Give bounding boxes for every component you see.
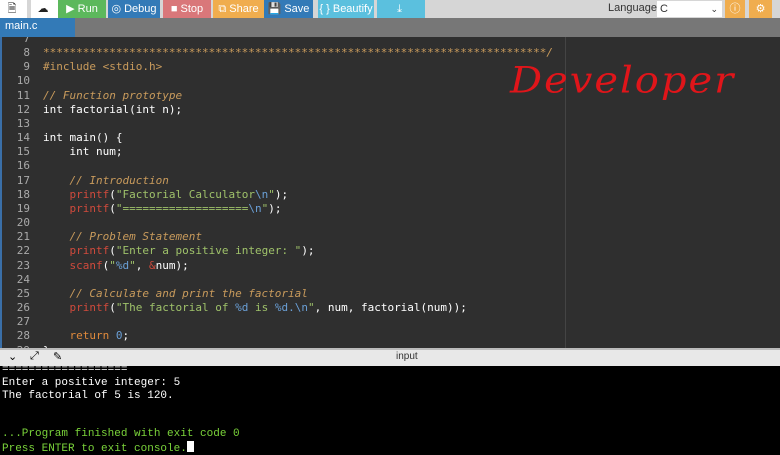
clear-console-icon[interactable]: ✎: [53, 350, 62, 363]
line-number: 15: [16, 145, 30, 159]
download-icon: ⤓: [397, 3, 402, 15]
save-button[interactable]: 💾 Save: [264, 0, 313, 18]
file-icon: 🗎: [7, 3, 17, 15]
code-line: return 0;: [69, 329, 130, 343]
button-label: { } Beautify: [319, 3, 373, 15]
download-button[interactable]: ⤓: [377, 0, 425, 18]
line-number: 22: [16, 244, 30, 258]
console-cursor: [186, 440, 194, 452]
line-number: 27: [16, 315, 30, 329]
code-line: // Introduction: [69, 173, 169, 187]
language-value: C: [660, 3, 668, 15]
code-line: printf("===================\n");: [69, 201, 282, 215]
console-line: The factorial of 5 is 120.: [2, 389, 174, 402]
share-button[interactable]: ⧉ Share: [213, 0, 264, 18]
new-file-button[interactable]: 🗎: [0, 0, 27, 18]
button-label: Share: [229, 3, 259, 15]
line-number: 12: [16, 102, 30, 116]
upload-button[interactable]: ☁: [31, 0, 58, 18]
line-number: 9: [23, 60, 30, 74]
info-icon: ⓘ: [729, 3, 741, 15]
code-line: #include <stdio.h>: [43, 60, 163, 74]
beautify-button[interactable]: { } Beautify: [318, 0, 374, 18]
code-line: int num;: [43, 145, 123, 159]
line-number: 13: [16, 116, 30, 130]
save-icon: 💾: [267, 3, 282, 15]
code-line: printf("Enter a positive integer: ");: [69, 244, 315, 258]
expand-icon[interactable]: ⤢: [30, 350, 39, 363]
line-number: 7: [23, 37, 30, 45]
button-label: Debug: [124, 3, 157, 15]
line-number: 24: [16, 272, 30, 286]
debug-button[interactable]: ◎ Debug: [108, 0, 160, 18]
line-number: 16: [16, 159, 30, 173]
console-output[interactable]: =================== Enter a positive inte…: [0, 364, 780, 455]
share-icon: ⧉: [218, 3, 227, 15]
gear-icon: ⚙: [755, 3, 766, 15]
line-number: 19: [16, 201, 30, 215]
line-number: 18: [16, 187, 30, 201]
handwritten-annotation: Developer: [510, 60, 736, 102]
code-line: // Function prototype: [43, 88, 183, 102]
console-line: Press ENTER to exit console.: [2, 440, 194, 455]
code-line: printf("Factorial Calculator\n");: [69, 187, 289, 201]
line-number: 11: [16, 88, 30, 102]
button-label: Run: [77, 3, 98, 15]
code-line: printf("The factorial of %d is %d.\n", n…: [69, 301, 467, 315]
stop-button[interactable]: ■ Stop: [163, 0, 211, 18]
tab-bar: main.c: [0, 18, 780, 37]
input-label: input: [396, 351, 418, 362]
line-number: 20: [16, 216, 30, 230]
button-label: Stop: [180, 3, 204, 15]
line-number: 25: [16, 286, 30, 300]
tab-main-c[interactable]: main.c: [0, 18, 75, 37]
code-line: // Problem Statement: [69, 230, 202, 244]
console-line: ...Program finished with exit code 0: [2, 428, 240, 440]
debug-icon: ◎: [111, 3, 122, 15]
line-number: 14: [16, 131, 30, 145]
collapse-icon[interactable]: ⌄: [8, 350, 17, 363]
language-label: Language: [608, 2, 657, 14]
console-line: ===================: [2, 364, 128, 376]
settings-button[interactable]: ⚙: [749, 0, 772, 18]
button-label: Save: [284, 3, 310, 15]
line-number: 10: [16, 74, 30, 88]
code-line: ****************************************…: [43, 46, 553, 60]
play-icon: ▶: [66, 3, 75, 15]
code-line: int factorial(int n);: [43, 102, 183, 116]
line-number: 17: [16, 173, 30, 187]
chevron-down-icon: ⌄: [710, 4, 718, 14]
line-number: 21: [16, 230, 30, 244]
line-number: 8: [23, 46, 30, 60]
line-number: 26: [16, 301, 30, 315]
console-line: Enter a positive integer: 5: [2, 376, 181, 389]
line-number: 23: [16, 258, 30, 272]
line-number: 28: [16, 329, 30, 343]
info-button[interactable]: ⓘ: [725, 0, 745, 18]
run-button[interactable]: ▶ Run: [58, 0, 106, 18]
stop-icon: ■: [170, 3, 178, 15]
code-line: scanf("%d", &num);: [69, 258, 189, 272]
cloud-upload-icon: ☁: [37, 3, 49, 15]
code-line: // Calculate and print the factorial: [69, 286, 308, 300]
language-select[interactable]: C ⌄: [657, 1, 722, 17]
code-line: int main() {: [43, 131, 123, 145]
